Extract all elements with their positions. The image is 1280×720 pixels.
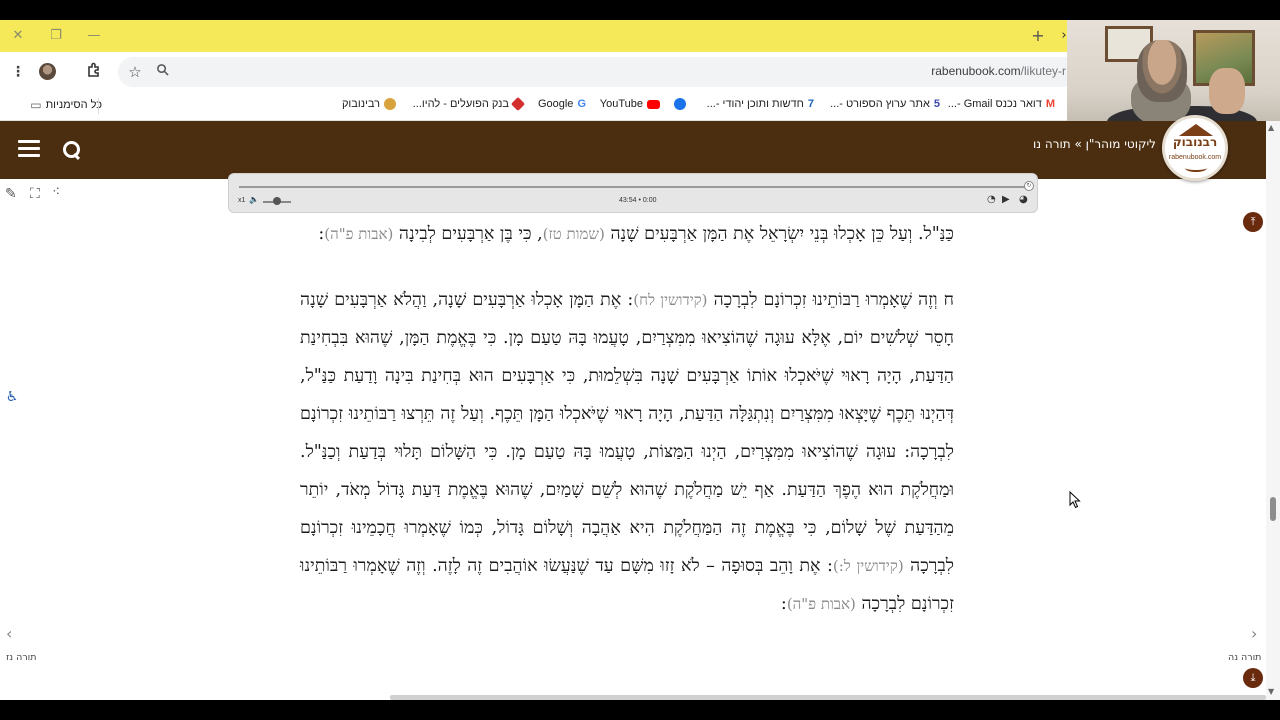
restore-window-icon[interactable]: ❐ [45,26,67,46]
playback-speed[interactable]: x1 [238,197,245,204]
extensions-icon[interactable] [84,62,104,82]
scroll-up-icon[interactable]: ▲ [1268,123,1274,132]
rabenubook-icon [384,98,396,110]
scroll-thumb[interactable] [1270,497,1276,521]
text-span: : אֶת הַמָּן אָכְלוּ אַרְבָּעִים שָׁנָה,… [300,290,954,576]
folder-icon: ▭ [30,98,42,112]
bookmark-label: YouTube [599,98,643,110]
bookmark-label: Google [537,98,574,110]
bookmark-label: כל הסימניות [45,99,102,111]
gmail-icon: M [1045,98,1055,110]
bookmark-rabenubook[interactable]: רבינובוק [342,98,396,110]
kebab-menu-icon[interactable]: ⋮ [8,62,28,82]
fullscreen-icon[interactable]: ⛶ [30,186,40,202]
bookmark-sport[interactable]: 5 אתר ערוץ הספורט -... [830,98,940,110]
browser-window: ✕ ❐ — + › ⋮ ☆ rabenubook.com/likutey-r כ… [0,20,1280,700]
address-bar[interactable]: ☆ rabenubook.com/likutey-r [118,57,1078,87]
source-reference[interactable]: (אבות פ"ה) [324,225,393,243]
bookmark-google[interactable]: G Google [538,98,586,110]
paragraph-2: ח וְזֶה שֶׁאָמְרוּ רַבּוֹתֵינוּ זִכְרוֹנ… [300,281,954,623]
audio-time: 43:54 • 0:00 [619,197,657,204]
close-window-icon[interactable]: ✕ [7,26,29,46]
bookmark-label: רבינובוק [341,98,380,110]
vertical-scrollbar[interactable]: ▲ ▼ [1266,121,1280,700]
bookmark-site[interactable] [674,98,686,110]
pencil-icon[interactable]: ✎ [5,186,17,202]
presenter-head [1137,40,1187,102]
bookmark-label: אתר ערוץ הספורט -... [830,98,930,110]
prev-torah-link[interactable]: תורה נז [6,652,37,663]
next-torah-link[interactable]: תורה נה [1228,652,1261,663]
scroll-top-button[interactable]: ⤒ [1243,212,1263,232]
source-reference[interactable]: (קידושין ל:) [833,557,904,575]
bookmark-bank[interactable]: בנק הפועלים - להיו... [412,96,526,112]
bookmark-news[interactable]: 7 חדשות ותוכן יהודי -... [707,98,814,110]
accessibility-icon[interactable]: ♿ [3,388,21,406]
volume-knob[interactable] [273,197,281,205]
text-span: ח וְזֶה שֶׁאָמְרוּ רַבּוֹתֵינוּ זִכְרוֹנ… [713,290,954,310]
minimize-window-icon[interactable]: — [83,26,105,46]
text-span: , כִּי בֶּן אַרְבָּעִים לְבִינָה [398,224,543,244]
bookmark-label: חדשות ותוכן יהודי -... [706,98,804,110]
audio-progress-bar[interactable] [239,186,1029,188]
site-header: ליקוטי מוהר"ן » תורה נו [0,121,1280,179]
bookmark-label: בנק הפועלים - להיו... [412,98,509,110]
url-text: rabenubook.com/likutey-r [931,64,1066,78]
scroll-bottom-button[interactable]: ⤓ [1243,668,1263,688]
new-tab-button[interactable]: + [1028,26,1048,46]
logo-title: רבנובוק [1172,135,1218,149]
scroll-down-icon[interactable]: ▼ [1268,687,1274,696]
bookmark-label: דואר נכנס Gmail -... [947,98,1042,110]
next-arrow-icon[interactable]: › [1251,624,1257,643]
source-reference[interactable]: (קידושין לח) [633,291,707,309]
google-icon: G [577,98,586,110]
bookmark-all[interactable]: כל הסימניות ▭ [30,98,102,112]
horizontal-scrollbar[interactable] [390,695,1266,700]
star-icon[interactable]: ☆ [125,62,145,82]
logo-subtitle: rabenubook.com [1168,154,1222,161]
search-icon [152,62,172,82]
bookmark-youtube[interactable]: YouTube [600,98,660,110]
play-icon[interactable]: ▶ [1002,194,1010,205]
torah-text: כַּנַּ"ל. וְעַל כֵּן אָכְלוּ בְּנֵי יִשְ… [300,215,954,651]
volume-icon[interactable]: 🔈 [249,195,259,204]
loop-icon[interactable]: ↻ [1024,181,1034,191]
text-span: כַּנַּ"ל. וְעַל כֵּן אָכְלוּ בְּנֵי יִשְ… [610,224,954,244]
rewind-icon[interactable]: ◔ [987,194,996,205]
bank-icon [510,96,526,112]
source-reference[interactable]: (שמות טז) [543,225,605,243]
dots-icon[interactable]: ⁖ [52,184,60,200]
audio-player: ↻ x1 🔈 43:54 • 0:00 ◔ ▶ ◕ [228,173,1038,213]
bookmark-gmail[interactable]: M דואר נכנס Gmail -... [948,98,1055,110]
youtube-icon [647,99,660,109]
bookmarks-divider [98,98,99,114]
profile-avatar[interactable] [39,63,56,80]
site-logo[interactable]: רבנובוק rabenubook.com [1162,115,1228,181]
prev-arrow-icon[interactable]: ‹ [6,624,12,643]
sport-icon: 5 [933,98,940,110]
breadcrumb[interactable]: ליקוטי מוהר"ן » תורה נו [1033,137,1156,151]
logo-book-icon [1185,164,1207,172]
hamburger-menu-icon[interactable] [18,140,40,158]
site-icon [674,98,686,110]
forward-icon[interactable]: ◕ [1019,194,1028,205]
presenter-hand [1209,68,1245,114]
search-icon[interactable] [62,140,82,160]
news-icon: 7 [807,98,814,110]
source-reference[interactable]: (אבות פ"ה) [787,595,856,613]
paragraph-1: כַּנַּ"ל. וְעַל כֵּן אָכְלוּ בְּנֵי יִשְ… [300,215,954,253]
